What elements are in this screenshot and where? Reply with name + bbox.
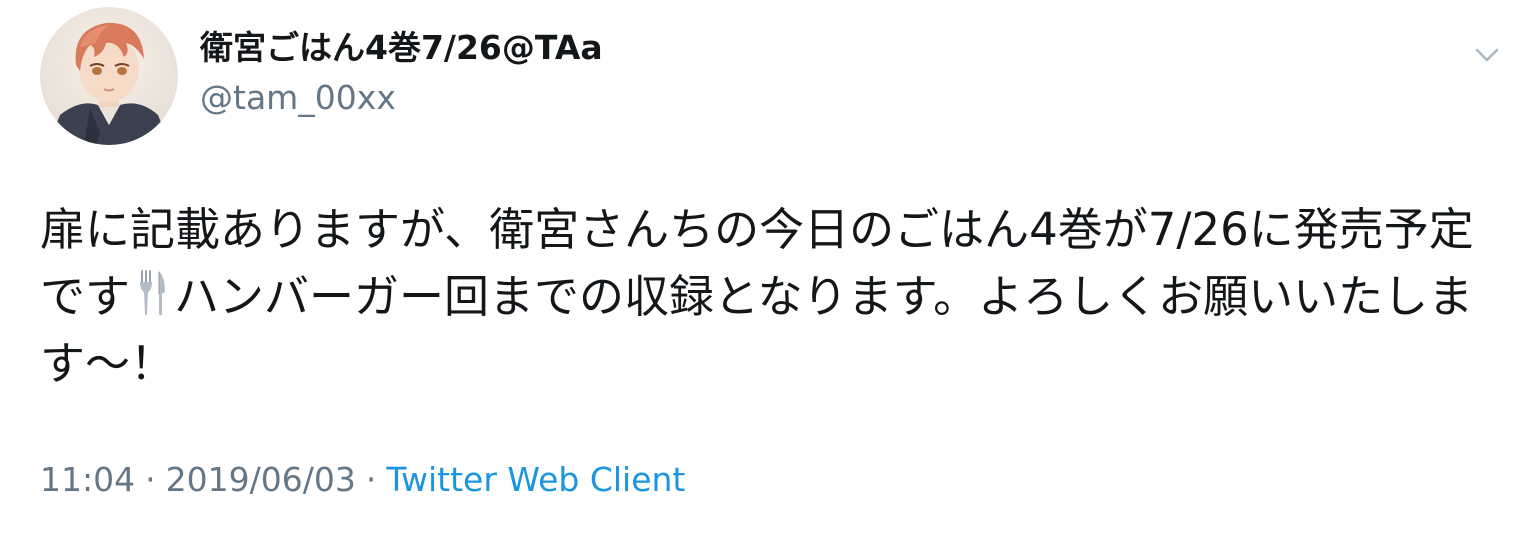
avatar[interactable] bbox=[40, 7, 178, 145]
author-handle[interactable]: @tam_00xx bbox=[200, 76, 396, 120]
author-display-name[interactable]: 衛宮ごはん4巻7/26@TAa bbox=[200, 26, 603, 70]
tweet: 衛宮ごはん4巻7/26@TAa @tam_00xx 扉に記載ありますが、衛宮さん… bbox=[0, 0, 1536, 539]
meta-separator: · bbox=[145, 460, 156, 499]
tweet-text-part-2: ハンバーガー回までの収録となります。よろしくお願いいたします〜！ bbox=[40, 270, 1474, 390]
meta-separator-2: · bbox=[365, 460, 377, 499]
tweet-date[interactable]: 2019/06/03 bbox=[166, 460, 356, 499]
fork-and-knife-icon bbox=[134, 268, 170, 318]
tweet-time[interactable]: 11:04 bbox=[40, 460, 135, 499]
chevron-down-icon[interactable] bbox=[1470, 38, 1504, 72]
avatar-illustration-icon bbox=[40, 7, 178, 145]
tweet-meta: 11:04 · 2019/06/03 · Twitter Web Client bbox=[40, 458, 685, 502]
tweet-source-link[interactable]: Twitter Web Client bbox=[386, 460, 685, 499]
tweet-text: 扉に記載ありますが、衛宮さんちの今日のごはん4巻が7/26に発売予定です ハンバ… bbox=[40, 196, 1500, 397]
